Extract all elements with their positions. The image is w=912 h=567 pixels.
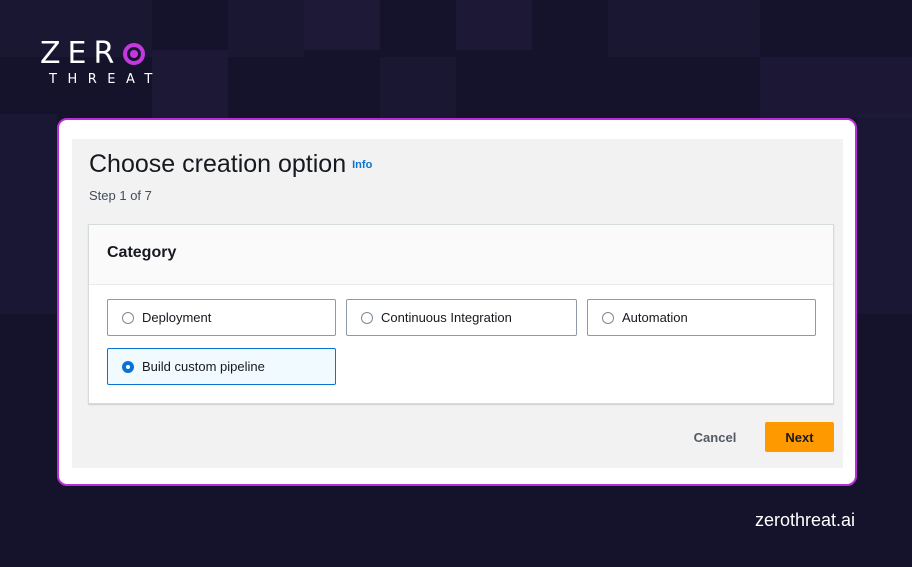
radio-icon[interactable] bbox=[122, 311, 134, 324]
option-label: Build custom pipeline bbox=[142, 359, 265, 374]
option-label: Deployment bbox=[142, 310, 212, 325]
option-build-custom-pipeline[interactable]: Build custom pipeline bbox=[107, 348, 336, 385]
category-header: Category bbox=[89, 225, 833, 285]
cancel-button[interactable]: Cancel bbox=[685, 423, 745, 451]
option-label: Continuous Integration bbox=[381, 310, 512, 325]
logo-wordmark: ZER bbox=[40, 36, 122, 71]
next-button[interactable]: Next bbox=[765, 422, 834, 452]
step-indicator: Step 1 of 7 bbox=[89, 188, 152, 203]
page-title: Choose creation option Info bbox=[89, 150, 372, 179]
option-label: Automation bbox=[622, 310, 688, 325]
wizard-panel: Choose creation option Info Step 1 of 7 C… bbox=[72, 139, 843, 468]
radio-selected-icon[interactable] bbox=[122, 360, 134, 373]
info-link[interactable]: Info bbox=[352, 159, 372, 171]
screenshot-card: Choose creation option Info Step 1 of 7 C… bbox=[57, 118, 857, 486]
page-title-text: Choose creation option bbox=[89, 150, 347, 178]
category-container: Category Deployment Continuous Integrati… bbox=[88, 224, 834, 404]
radio-icon[interactable] bbox=[602, 311, 614, 324]
logo-subtitle: THREAT bbox=[49, 72, 163, 87]
option-deployment[interactable]: Deployment bbox=[107, 299, 336, 336]
zerothreat-logo: ZER THREAT bbox=[40, 36, 163, 88]
category-title: Category bbox=[107, 244, 177, 261]
radio-icon[interactable] bbox=[361, 311, 373, 324]
logo-o-icon bbox=[123, 43, 146, 65]
option-automation[interactable]: Automation bbox=[587, 299, 816, 336]
option-continuous-integration[interactable]: Continuous Integration bbox=[346, 299, 577, 336]
website-label: zerothreat.ai bbox=[755, 510, 856, 530]
